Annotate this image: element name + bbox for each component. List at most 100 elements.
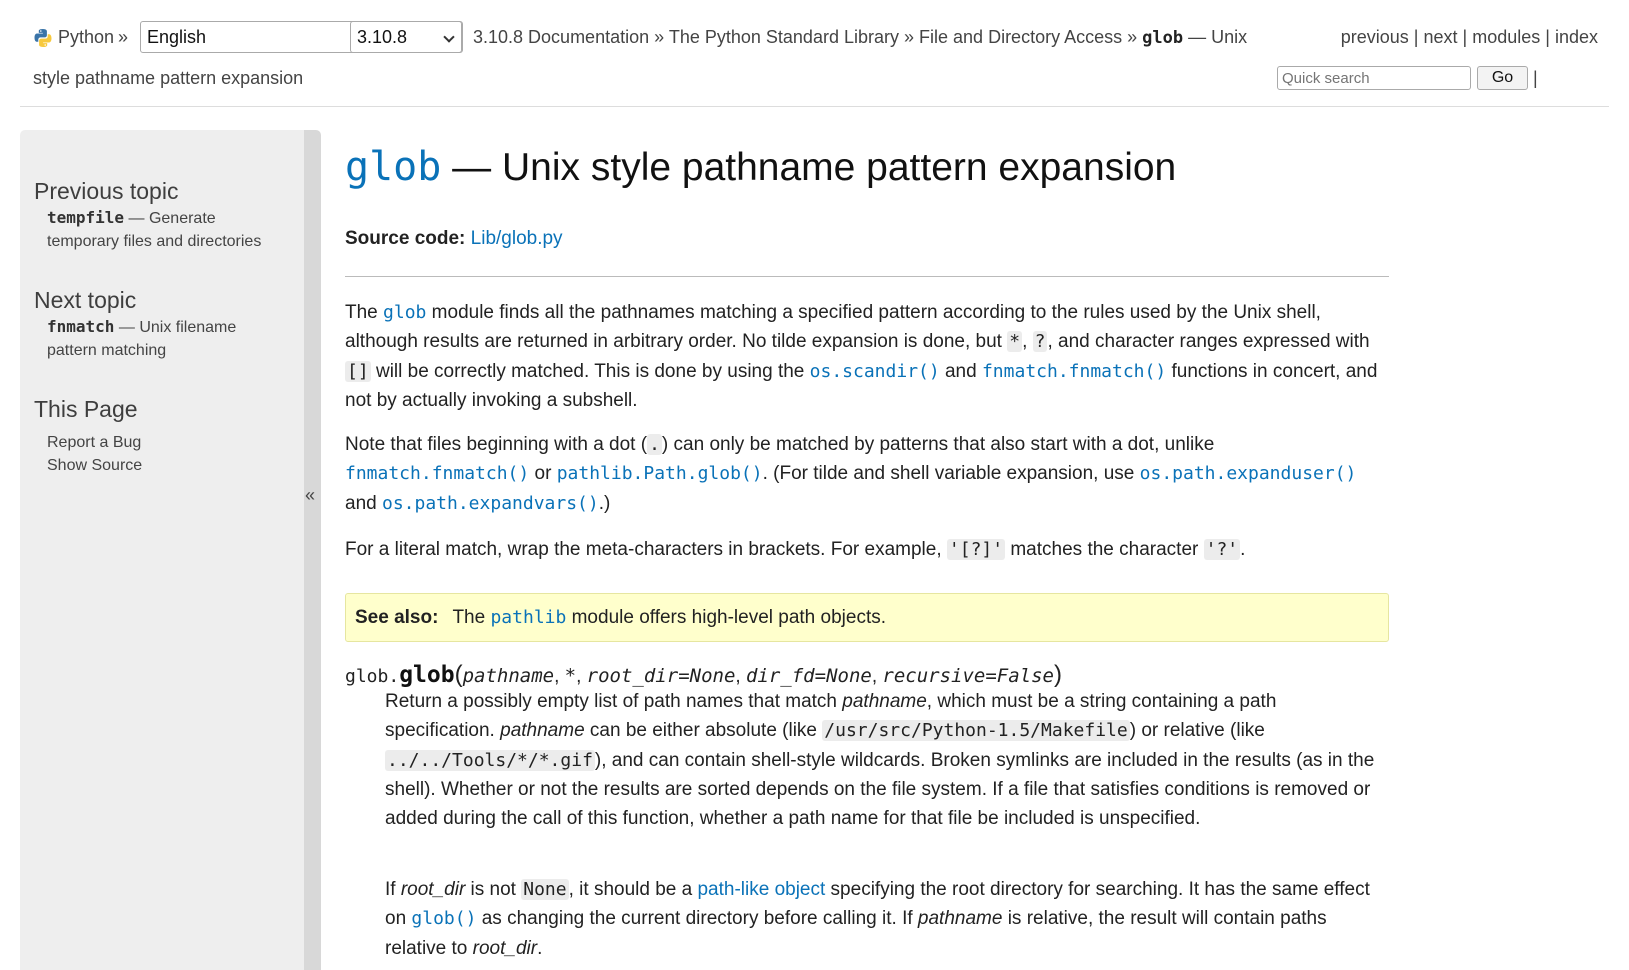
- see-also-label: See also:: [355, 607, 439, 628]
- section-divider: [345, 276, 1389, 277]
- literal-match-paragraph: For a literal match, wrap the meta-chara…: [345, 535, 1389, 564]
- fnmatch-link[interactable]: fnmatch.fnmatch(): [345, 463, 529, 484]
- breadcrumb-file-access[interactable]: File and Directory Access: [919, 27, 1122, 47]
- breadcrumb-separator: »: [654, 27, 665, 47]
- this-page-heading: This Page: [34, 396, 138, 422]
- code: fnmatch.fnmatch(): [981, 360, 1167, 382]
- show-source-link[interactable]: Show Source: [47, 457, 142, 475]
- search-go-button[interactable]: Go: [1477, 66, 1528, 90]
- previous-topic-link[interactable]: tempfile — Generate temporary files and …: [47, 206, 287, 253]
- code-literal: []: [345, 360, 371, 382]
- text: .): [598, 492, 611, 514]
- text: .: [537, 937, 543, 959]
- text: ) or relative (like: [1129, 720, 1265, 742]
- source-code-link[interactable]: Lib/glob.py: [471, 228, 563, 249]
- signature-name: glob: [399, 662, 455, 688]
- nav-previous-link[interactable]: previous: [1341, 27, 1409, 47]
- param: recursive: [882, 665, 986, 687]
- report-bug-link[interactable]: Report a Bug: [47, 434, 141, 452]
- code: os.scandir(): [809, 360, 940, 382]
- code: os.path.expanduser(): [1139, 463, 1357, 485]
- intro-paragraph: The glob module finds all the pathnames …: [345, 298, 1389, 415]
- code-literal: '[?]': [946, 539, 1006, 560]
- code-literal: ../../Tools/*/*.gif: [385, 749, 595, 771]
- text: as changing the current directory before…: [476, 908, 918, 930]
- path-like-object-link[interactable]: path-like object: [697, 879, 825, 900]
- expanduser-link[interactable]: os.path.expanduser(): [1140, 463, 1357, 484]
- param-ref: pathname: [500, 720, 585, 742]
- language-select-value: English: [147, 27, 207, 47]
- header-divider: [20, 106, 1609, 107]
- text: The: [345, 302, 384, 323]
- code: glob: [383, 302, 427, 323]
- text: Return a possibly empty list of path nam…: [385, 691, 843, 712]
- text: Note that files beginning with a dot (: [345, 434, 648, 455]
- param-ref: pathname: [917, 908, 1003, 930]
- source-code-label: Source code:: [345, 228, 466, 249]
- nav-pipe: |: [1545, 27, 1550, 47]
- quick-search-input[interactable]: [1277, 66, 1471, 90]
- text: ,: [1022, 331, 1033, 353]
- text: can be either absolute (like: [584, 720, 823, 742]
- equals: =: [814, 665, 827, 687]
- param: *: [564, 665, 577, 687]
- text: and: [345, 492, 382, 514]
- python-logo-icon: [34, 29, 52, 47]
- next-topic-link[interactable]: fnmatch — Unix filename pattern matching: [47, 315, 287, 362]
- breadcrumb-separator: »: [1127, 27, 1138, 47]
- param: pathname: [462, 665, 555, 687]
- source-code-line: Source code: Lib/glob.py: [345, 224, 1389, 253]
- text: .: [1240, 539, 1246, 560]
- python-home-link[interactable]: Python: [58, 22, 114, 52]
- default: None: [689, 665, 736, 687]
- fnmatch-link[interactable]: fnmatch.fnmatch(): [982, 361, 1166, 382]
- text: . (For tilde and shell variable expansio…: [762, 463, 1140, 485]
- signature-paren: ): [1054, 661, 1062, 688]
- nav-modules-link[interactable]: modules: [1472, 27, 1540, 47]
- pathlib-link[interactable]: pathlib: [490, 607, 566, 628]
- nav-next-link[interactable]: next: [1423, 27, 1457, 47]
- text: The: [452, 607, 491, 628]
- next-topic-module: fnmatch: [47, 317, 115, 336]
- page-title-text: — Unix style pathname pattern expansion: [441, 146, 1177, 189]
- pathlib-glob-link[interactable]: pathlib.Path.glob(): [557, 463, 763, 484]
- comma: ,: [554, 666, 565, 687]
- nav-pipe: |: [1533, 68, 1538, 88]
- os-scandir-link[interactable]: os.scandir(): [810, 361, 940, 382]
- code: os.path.expandvars(): [381, 492, 599, 514]
- breadcrumb-docs[interactable]: 3.10.8 Documentation: [473, 27, 649, 47]
- description-paragraph-2: If root_dir is not None, it should be a …: [385, 875, 1389, 963]
- comma: ,: [735, 666, 746, 687]
- page-title-module-link[interactable]: glob: [345, 144, 441, 190]
- text: If: [385, 879, 401, 900]
- sidebar: Previous topic tempfile — Generate tempo…: [20, 130, 304, 970]
- breadcrumb-stdlib[interactable]: The Python Standard Library: [669, 27, 899, 47]
- signature-prefix: glob.: [345, 666, 400, 687]
- text: is not: [465, 879, 522, 900]
- expandvars-link[interactable]: os.path.expandvars(): [382, 493, 599, 514]
- glob-function-link[interactable]: glob(): [411, 908, 476, 929]
- param: root_dir: [586, 665, 679, 687]
- see-also-box: See also: The pathlib module offers high-…: [345, 593, 1389, 642]
- text: , and character ranges expressed with: [1047, 331, 1370, 353]
- code-literal: *: [1007, 331, 1023, 353]
- text: or: [529, 463, 557, 485]
- breadcrumb-current-title-tail: style pathname pattern expansion: [33, 68, 304, 88]
- sidebar-collapse-button[interactable]: «: [304, 130, 321, 970]
- version-select[interactable]: 3.10.8: [350, 21, 462, 53]
- param: dir_fd: [745, 665, 815, 687]
- param-ref: root_dir: [472, 937, 538, 959]
- nav-pipe: |: [1462, 27, 1468, 47]
- code-literal: .: [647, 434, 662, 455]
- text: , it should be a: [568, 879, 698, 900]
- code-literal: '?': [1203, 539, 1241, 560]
- breadcrumb-current-module: glob: [1142, 28, 1184, 48]
- default: False: [996, 665, 1054, 687]
- equals: =: [678, 665, 690, 687]
- glob-module-link[interactable]: glob: [383, 302, 426, 323]
- page-title: glob — Unix style pathname pattern expan…: [345, 144, 1176, 190]
- nav-index-link[interactable]: index: [1555, 27, 1598, 47]
- double-chevron-left-icon: «: [305, 485, 316, 505]
- code: glob(): [411, 908, 477, 930]
- text: will be correctly matched. This is done …: [370, 360, 810, 382]
